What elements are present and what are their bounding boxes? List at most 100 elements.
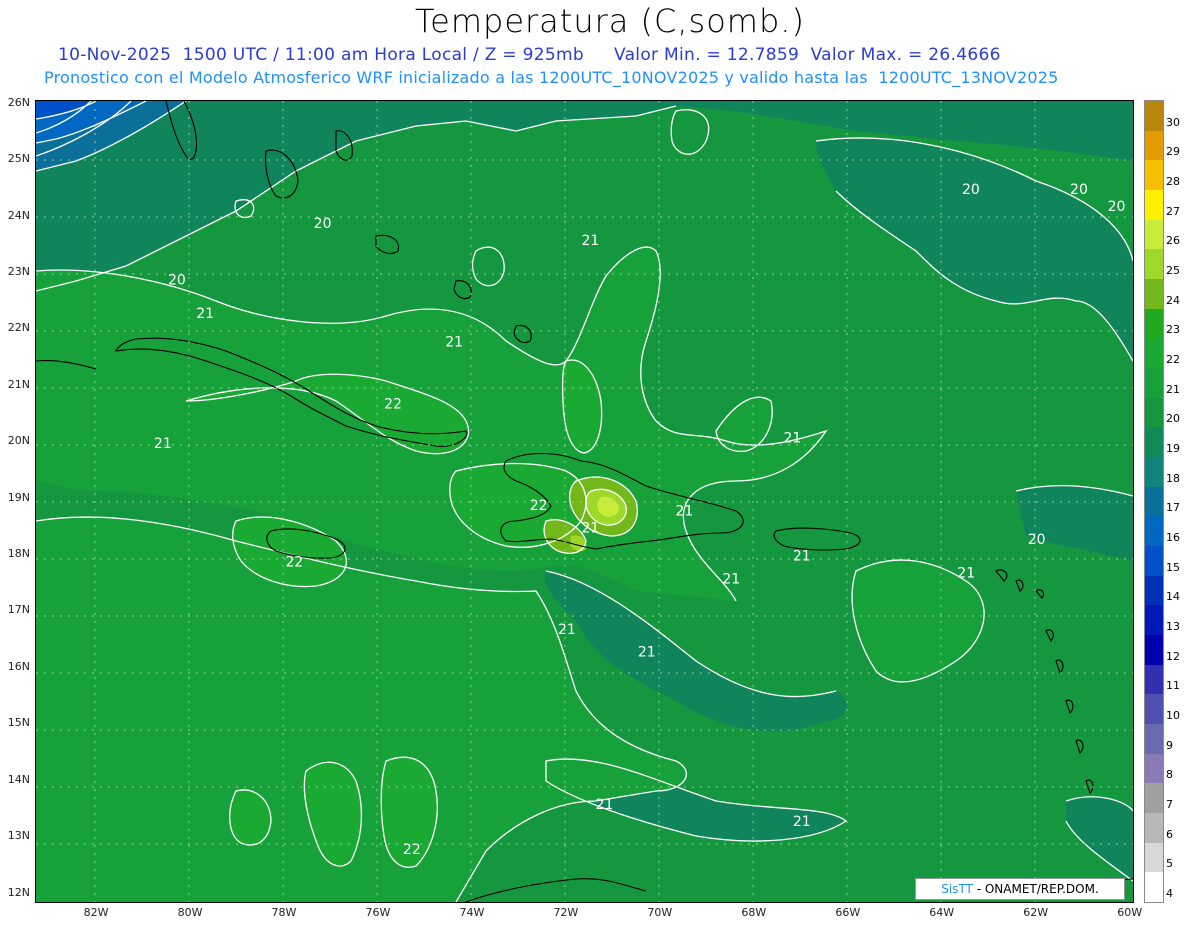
subtitle-time-text: 10-Nov-2025 1500 UTC / 11:00 am Hora Loc… bbox=[58, 45, 584, 65]
legend-swatch bbox=[1145, 635, 1163, 666]
legend-label: 16 bbox=[1166, 531, 1180, 544]
legend-swatch bbox=[1145, 516, 1163, 547]
contour-label: 21 bbox=[783, 430, 801, 446]
x-tick-label: 72W bbox=[553, 906, 579, 919]
contour-label: 20 bbox=[1028, 532, 1046, 548]
contour-label: 21 bbox=[793, 814, 811, 830]
max-value-text: Valor Max. = 26.4666 bbox=[810, 45, 1001, 65]
temperature-map: 20 20 20 20 20 21 21 21 22 21 21 22 21 21 22 20 21 21 21 21… bbox=[35, 100, 1134, 903]
y-tick-label: 19N bbox=[7, 490, 30, 504]
legend-swatch bbox=[1145, 219, 1163, 250]
contour-label: 22 bbox=[285, 554, 303, 570]
legend-label: 27 bbox=[1166, 204, 1180, 218]
x-tick-label: 74W bbox=[459, 906, 485, 919]
y-tick-label: 14N bbox=[7, 772, 30, 786]
legend-label: 23 bbox=[1166, 323, 1180, 337]
legend-label: 21 bbox=[1166, 382, 1180, 396]
legend-swatch bbox=[1145, 101, 1163, 132]
contour-label: 21 bbox=[154, 436, 172, 452]
contour-label: 21 bbox=[581, 233, 599, 249]
y-tick-label: 15N bbox=[7, 716, 30, 730]
legend-swatch bbox=[1145, 368, 1163, 399]
x-tick-label: 80W bbox=[177, 906, 203, 919]
legend-label: 30 bbox=[1166, 115, 1180, 129]
credit-box: SisTT - ONAMET/REP.DOM. bbox=[915, 878, 1125, 900]
legend-swatch bbox=[1145, 872, 1163, 903]
legend-swatch bbox=[1145, 279, 1163, 310]
legend-label: 9 bbox=[1166, 738, 1173, 752]
color-legend bbox=[1144, 100, 1164, 903]
legend-label: 18 bbox=[1166, 471, 1180, 485]
y-tick-label: 24N bbox=[7, 208, 30, 222]
x-tick-label: 66W bbox=[835, 906, 861, 919]
legend-label: 8 bbox=[1166, 768, 1173, 782]
y-tick-label: 25N bbox=[7, 152, 30, 166]
legend-swatch bbox=[1145, 160, 1163, 191]
contour-label: 21 bbox=[196, 306, 214, 322]
legend-swatch bbox=[1145, 664, 1163, 695]
legend-label: 26 bbox=[1166, 234, 1180, 248]
legend-label: 25 bbox=[1166, 264, 1180, 277]
legend-label: 13 bbox=[1166, 620, 1180, 633]
x-tick-label: 64W bbox=[929, 906, 955, 919]
legend-swatch bbox=[1145, 486, 1163, 517]
y-tick-label: 12N bbox=[7, 885, 30, 899]
legend-swatch bbox=[1145, 190, 1163, 221]
x-tick-label: 68W bbox=[741, 906, 767, 919]
legend-label: 7 bbox=[1166, 798, 1173, 811]
legend-swatch bbox=[1145, 753, 1163, 784]
x-tick-label: 70W bbox=[647, 906, 673, 919]
contour-label: 20 bbox=[314, 216, 332, 232]
y-tick-label: 17N bbox=[7, 603, 30, 617]
legend-swatch bbox=[1145, 397, 1163, 428]
map-canvas: 20 20 20 20 20 21 21 21 22 21 21 22 21 21 22 20 21 21 21 21… bbox=[36, 101, 1133, 902]
sistt-logo: SisTT bbox=[941, 882, 973, 896]
y-tick-label: 26N bbox=[7, 95, 30, 109]
y-tick-label: 16N bbox=[7, 659, 30, 673]
legend-swatch bbox=[1145, 694, 1163, 725]
contour-label: 21 bbox=[722, 571, 740, 587]
contour-label: 21 bbox=[638, 645, 656, 661]
y-tick-label: 21N bbox=[7, 377, 30, 391]
legend-swatch bbox=[1145, 813, 1163, 844]
legend-label: 19 bbox=[1166, 442, 1180, 455]
legend-label: 28 bbox=[1166, 175, 1180, 188]
legend-swatch bbox=[1145, 575, 1163, 606]
legend-label: 6 bbox=[1166, 827, 1173, 841]
y-tick-label: 18N bbox=[7, 547, 30, 561]
legend-swatch bbox=[1145, 338, 1163, 369]
legend-swatch bbox=[1145, 546, 1163, 577]
legend-label: 4 bbox=[1166, 887, 1173, 900]
legend-label: 14 bbox=[1166, 590, 1180, 604]
contour-label: 21 bbox=[675, 504, 693, 520]
legend-swatch bbox=[1145, 308, 1163, 339]
contour-label: 21 bbox=[558, 622, 576, 638]
contour-label: 20 bbox=[962, 182, 980, 198]
subtitle-time: 10-Nov-2025 1500 UTC / 11:00 am Hora Loc… bbox=[58, 45, 1001, 65]
legend-label: 20 bbox=[1166, 412, 1180, 426]
contour-label: 21 bbox=[957, 566, 975, 582]
legend-label: 11 bbox=[1166, 679, 1180, 693]
legend-swatch bbox=[1145, 249, 1163, 280]
map-title: Temperatura (C,somb.) bbox=[415, 2, 805, 40]
x-tick-label: 60W bbox=[1117, 906, 1143, 919]
legend-label: 15 bbox=[1166, 560, 1180, 574]
legend-swatch bbox=[1145, 724, 1163, 755]
contour-label: 21 bbox=[793, 549, 811, 565]
contour-label: 22 bbox=[530, 498, 548, 514]
legend-label: 29 bbox=[1166, 145, 1180, 159]
x-tick-label: 78W bbox=[271, 906, 297, 919]
legend-swatch bbox=[1145, 842, 1163, 873]
legend-label: 10 bbox=[1166, 709, 1180, 722]
contour-label: 21 bbox=[445, 334, 463, 350]
contour-label: 20 bbox=[1108, 199, 1126, 215]
legend-swatch bbox=[1145, 605, 1163, 636]
contour-label: 20 bbox=[168, 272, 186, 288]
x-tick-label: 76W bbox=[365, 906, 391, 919]
contour-label: 21 bbox=[596, 797, 614, 813]
legend-label: 5 bbox=[1166, 857, 1173, 871]
min-value-text: Valor Min. = 12.7859 bbox=[613, 45, 800, 65]
legend-swatch bbox=[1145, 457, 1163, 488]
x-tick-label: 62W bbox=[1023, 906, 1049, 919]
legend-label: 22 bbox=[1166, 353, 1180, 366]
